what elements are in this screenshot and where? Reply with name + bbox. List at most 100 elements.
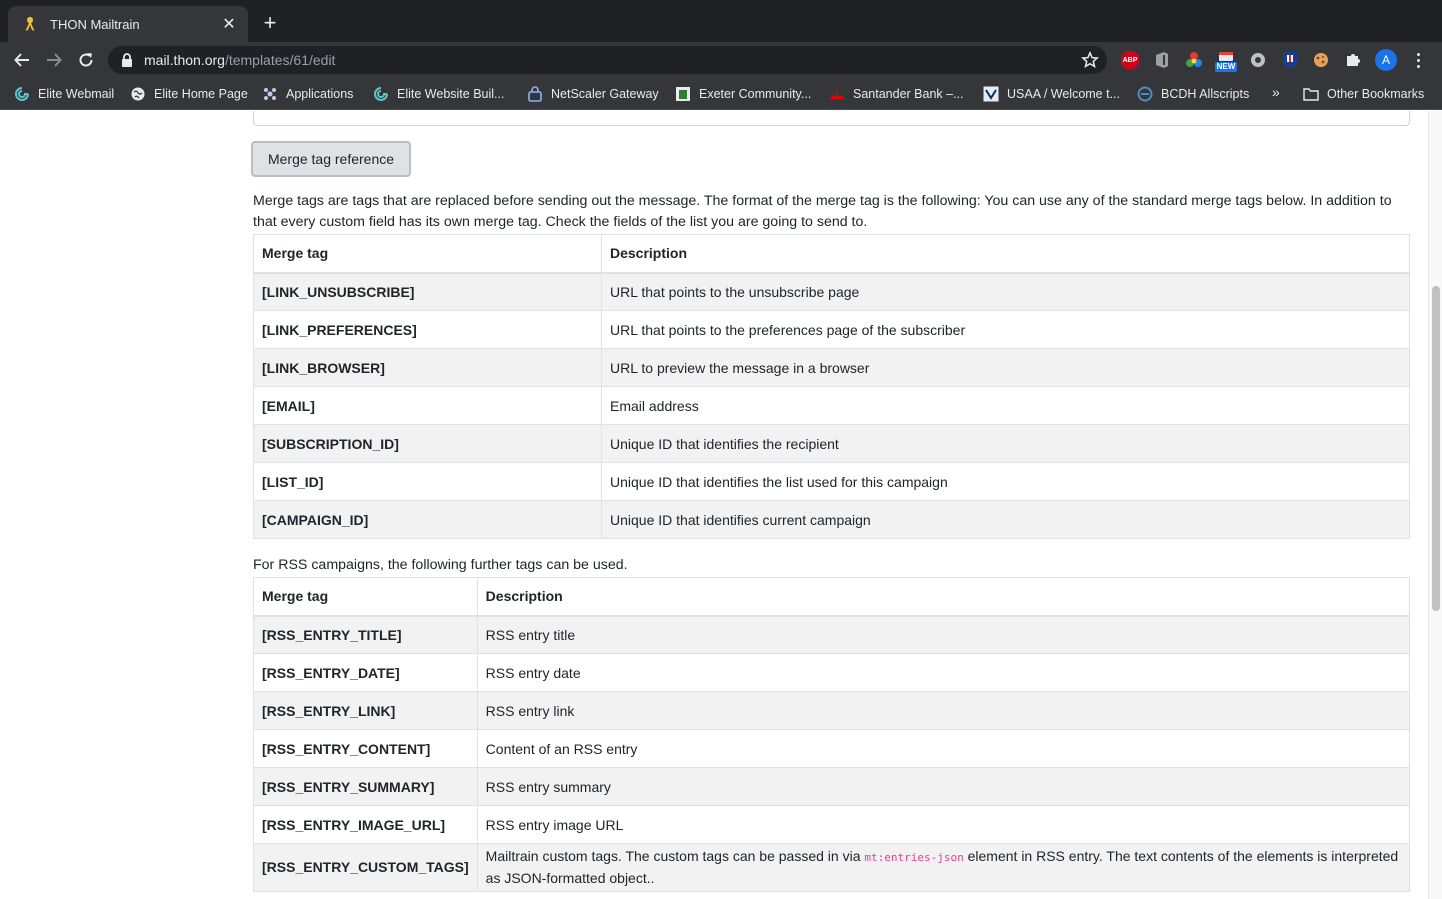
table-row: [LINK_PREFERENCES] URL that points to the…: [253, 310, 1410, 349]
bookmark-exeter-community[interactable]: Exeter Community...: [675, 85, 811, 103]
description-cell: RSS entry title: [476, 615, 1411, 654]
bookmark-label: BCDH Allscripts: [1161, 87, 1250, 101]
description-cell: Unique ID that identifies the list used …: [601, 462, 1410, 501]
other-bookmarks-folder[interactable]: Other Bookmarks: [1303, 85, 1424, 103]
table-row: [LINK_UNSUBSCRIBE] URL that points to the…: [253, 272, 1410, 311]
description-cell: Email address: [601, 386, 1410, 425]
merge-tag-cell: [RSS_ENTRY_SUMMARY]: [253, 767, 478, 806]
merge-tag-cell: [EMAIL]: [253, 386, 602, 425]
column-header: Description: [476, 577, 1411, 617]
merge-tags-intro: Merge tags are tags that are replaced be…: [253, 193, 1392, 230]
column-header: Description: [601, 234, 1410, 274]
bookmark-label: Applications: [286, 87, 354, 101]
url-host: mail.thon.org: [144, 52, 225, 68]
merge-tag-cell: [SUBSCRIPTION_ID]: [253, 424, 602, 463]
merge-tag-cell: [RSS_ENTRY_CONTENT]: [253, 729, 478, 768]
bookmarks-overflow-icon[interactable]: »: [1272, 84, 1280, 100]
color-wheel-extension-icon[interactable]: [1184, 50, 1204, 70]
bookmark-label: NetScaler Gateway: [551, 87, 659, 101]
scrollbar-thumb[interactable]: [1432, 286, 1440, 611]
page-content: Merge tag reference Merge tags are tags …: [0, 111, 1428, 899]
santander-icon: [829, 86, 845, 102]
merge-tag-reference-button[interactable]: Merge tag reference: [251, 141, 411, 177]
bookmark-elite-home-page[interactable]: Elite Home Page: [130, 85, 248, 103]
merge-tag-cell: [LINK_PREFERENCES]: [253, 310, 602, 349]
folder-icon: [1303, 86, 1319, 102]
exeter-icon: [675, 86, 691, 102]
table-row: [RSS_ENTRY_IMAGE_URL] RSS entry image URL: [253, 805, 1411, 844]
profile-avatar[interactable]: A: [1375, 49, 1397, 71]
extensions-puzzle-icon[interactable]: [1343, 50, 1363, 70]
lock-icon[interactable]: [120, 53, 134, 67]
url-path: /templates/61/edit: [224, 52, 336, 68]
reload-icon[interactable]: [74, 48, 98, 72]
cookie-extension-icon[interactable]: [1311, 50, 1331, 70]
description-cell: RSS entry date: [476, 653, 1411, 692]
description-cell: URL that points to the preferences page …: [601, 310, 1410, 349]
description-cell: Mailtrain custom tags. The custom tags c…: [476, 843, 1411, 892]
description-cell: URL to preview the message in a browser: [601, 348, 1410, 387]
bookmark-elite-webmail[interactable]: Elite Webmail: [14, 85, 114, 103]
url-text[interactable]: mail.thon.org/templates/61/edit: [144, 52, 335, 68]
usaa-icon: [983, 86, 999, 102]
adblock-label: ABP: [1122, 56, 1138, 64]
browser-tab[interactable]: THON Mailtrain ✕: [8, 6, 248, 42]
merge-tag-cell: [RSS_ENTRY_TITLE]: [253, 615, 478, 654]
page-scrollbar[interactable]: [1428, 111, 1442, 899]
table-row: [RSS_ENTRY_SUMMARY] RSS entry summary: [253, 767, 1411, 806]
table-row: [RSS_ENTRY_LINK] RSS entry link: [253, 691, 1411, 730]
bookmark-label: Elite Website Buil...: [397, 87, 505, 101]
description-cell: RSS entry summary: [476, 767, 1411, 806]
table-header-row: Merge tag Description: [253, 577, 1411, 617]
bookmark-applications[interactable]: Applications: [262, 85, 353, 103]
tab-close-icon[interactable]: ✕: [220, 15, 238, 33]
bookmark-bcdh-allscripts[interactable]: BCDH Allscripts: [1137, 85, 1249, 103]
column-header: Merge tag: [253, 234, 602, 274]
forward-arrow-icon[interactable]: [42, 48, 66, 72]
merge-tag-cell: [RSS_ENTRY_DATE]: [253, 653, 478, 692]
bookmark-elite-website-builder[interactable]: Elite Website Buil...: [373, 85, 504, 103]
description-cell: Unique ID that identifies the recipient: [601, 424, 1410, 463]
adblock-plus-icon[interactable]: ABP: [1120, 50, 1140, 70]
tab-title: THON Mailtrain: [50, 16, 140, 32]
globe-icon: [130, 86, 146, 102]
bookmark-label: Santander Bank –...: [853, 87, 964, 101]
merge-tags-table: Merge tag Description [LINK_UNSUBSCRIBE]…: [253, 234, 1410, 539]
template-editor-box[interactable]: [253, 111, 1410, 126]
shield-extension-icon[interactable]: [1280, 50, 1300, 70]
new-badge-extension-icon[interactable]: NEW: [1214, 48, 1238, 74]
back-arrow-icon[interactable]: [10, 48, 34, 72]
browser-menu-icon[interactable]: [1409, 48, 1427, 72]
description-text: Mailtrain custom tags. The custom tags c…: [485, 848, 865, 864]
settings-gear-extension-icon[interactable]: [1248, 50, 1268, 70]
description-cell: RSS entry link: [476, 691, 1411, 730]
table-row: [LINK_BROWSER] URL to preview the message…: [253, 348, 1410, 387]
office-icon[interactable]: [1152, 50, 1172, 70]
other-bookmarks-label: Other Bookmarks: [1327, 87, 1425, 101]
bookmarks-bar: Elite Webmail Elite Home Page Applicatio…: [0, 78, 1442, 110]
merge-tag-cell: [RSS_ENTRY_IMAGE_URL]: [253, 805, 478, 844]
merge-tag-cell: [CAMPAIGN_ID]: [253, 500, 602, 539]
merge-tag-cell: [RSS_ENTRY_LINK]: [253, 691, 478, 730]
applications-icon: [262, 86, 278, 102]
bookmark-star-icon[interactable]: [1080, 50, 1100, 69]
bookmark-label: Elite Home Page: [154, 87, 248, 101]
table-row: [RSS_ENTRY_CONTENT] Content of an RSS ent…: [253, 729, 1411, 768]
address-bar[interactable]: mail.thon.org/templates/61/edit: [108, 46, 1107, 74]
table-row: [LIST_ID] Unique ID that identifies the l…: [253, 462, 1410, 501]
bookmark-netscaler-gateway[interactable]: NetScaler Gateway: [527, 85, 659, 103]
bookmark-label: USAA / Welcome t...: [1007, 87, 1121, 101]
rss-merge-tags-table: Merge tag Description [RSS_ENTRY_TITLE] R…: [253, 577, 1411, 892]
merge-tag-cell: [LIST_ID]: [253, 462, 602, 501]
table-row: [RSS_ENTRY_CUSTOM_TAGS] Mailtrain custom…: [253, 843, 1411, 892]
elite-website-icon: [373, 86, 389, 102]
elite-webmail-icon: [14, 86, 30, 102]
new-tab-icon[interactable]: +: [258, 12, 282, 36]
table-header-row: Merge tag Description: [253, 234, 1410, 274]
table-row: [RSS_ENTRY_DATE] RSS entry date: [253, 653, 1411, 692]
bookmark-label: Elite Webmail: [38, 87, 115, 101]
bcdh-icon: [1137, 86, 1153, 102]
bookmark-usaa[interactable]: USAA / Welcome t...: [983, 85, 1120, 103]
bookmark-santander-bank[interactable]: Santander Bank –...: [829, 85, 964, 103]
ribbon-favicon-icon: [22, 16, 38, 32]
